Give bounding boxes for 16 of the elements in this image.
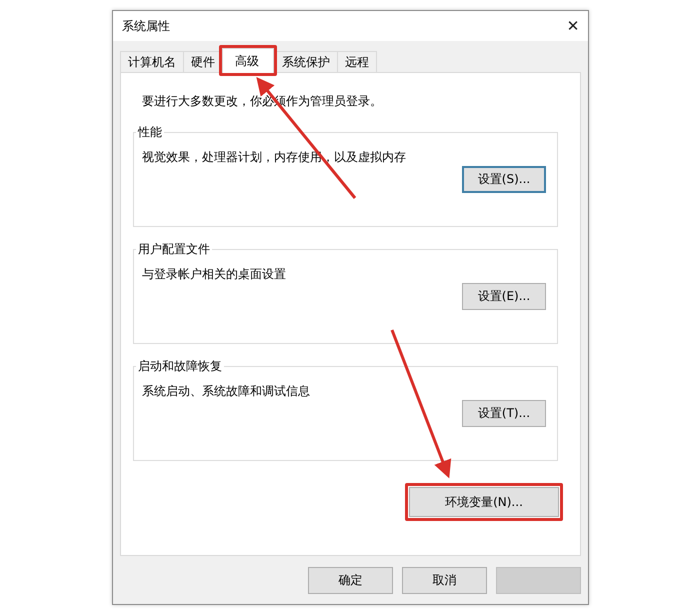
group-heading: 启动和故障恢复 bbox=[137, 358, 223, 375]
group-heading: 用户配置文件 bbox=[137, 241, 211, 258]
settings-button[interactable]: 设置(T)... bbox=[462, 400, 546, 427]
dialog-button[interactable]: 确定 bbox=[308, 567, 393, 594]
settings-button[interactable]: 设置(E)... bbox=[462, 283, 546, 310]
group-heading: 性能 bbox=[136, 124, 163, 141]
group-description: 系统启动、系统故障和调试信息 bbox=[142, 383, 311, 400]
tab[interactable]: 远程 bbox=[337, 51, 377, 72]
environment-variables-button[interactable]: 环境变量(N)... bbox=[409, 487, 559, 517]
settings-button[interactable]: 设置(S)... bbox=[462, 166, 546, 193]
window-title: 系统属性 bbox=[122, 18, 170, 34]
dialog-button[interactable]: 取消 bbox=[402, 567, 487, 594]
tab[interactable]: 高级 bbox=[222, 48, 274, 73]
close-button[interactable]: ✕ bbox=[558, 12, 588, 40]
group-description: 与登录帐户相关的桌面设置 bbox=[142, 266, 287, 283]
tab[interactable]: 计算机名 bbox=[120, 51, 184, 72]
